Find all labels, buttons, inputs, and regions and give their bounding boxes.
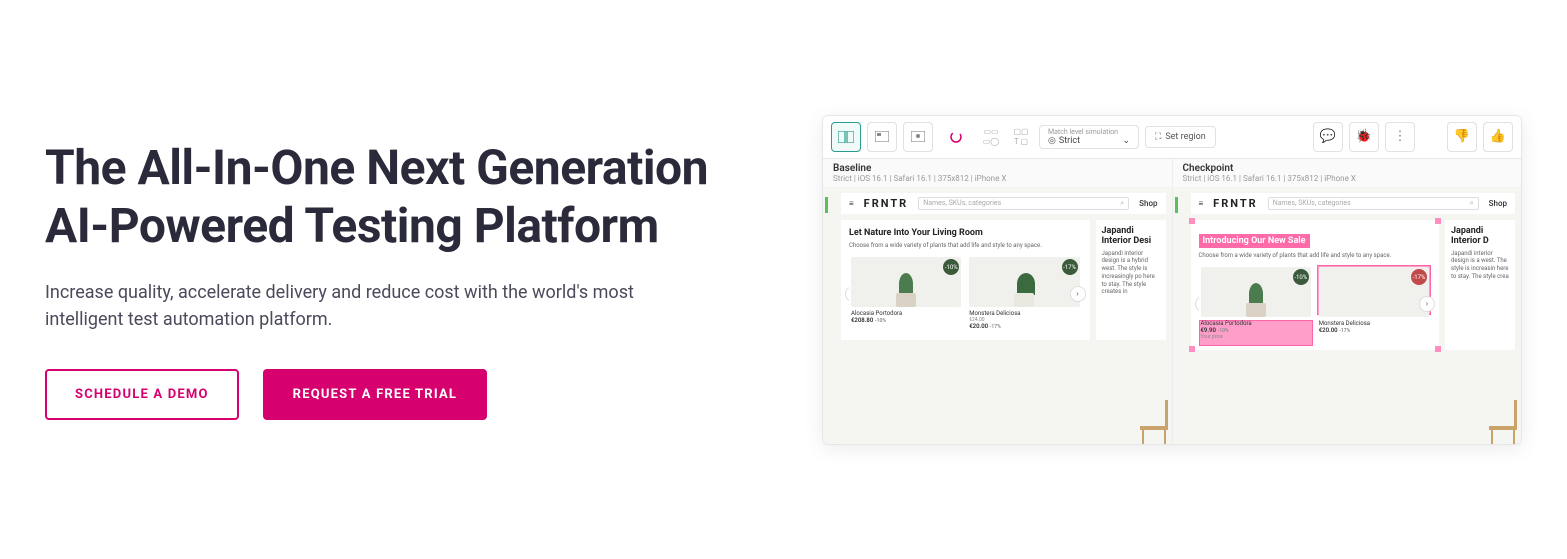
baseline-meta: Strict | iOS 16.1 | Safari 16.1 | 375x81… xyxy=(833,174,1162,183)
card2-text: Japandi interior design is a hybrid west… xyxy=(1102,250,1160,297)
status-bar-icon xyxy=(825,197,828,213)
card2-text: Japandi interior design is a west. The s… xyxy=(1451,250,1509,281)
view-side-by-side-button[interactable] xyxy=(831,122,861,152)
discount-badge: -17% xyxy=(1411,269,1427,285)
product-screenshot: ▭▭▭◯ ▢▢T ▢ Match level simulation ◎Stric… xyxy=(822,115,1522,445)
baseline-title: Baseline xyxy=(833,163,1162,174)
toggle-group-2-icon[interactable]: ▢▢T ▢ xyxy=(1009,127,1033,146)
crop-icon: ⛶ xyxy=(1155,132,1161,142)
checkpoint-meta: Strict | iOS 16.1 | Safari 16.1 | 375x81… xyxy=(1183,174,1512,183)
diff-marker xyxy=(1189,218,1195,224)
set-region-button[interactable]: ⛶Set region xyxy=(1145,126,1216,148)
more-button[interactable]: ⋮ xyxy=(1385,122,1415,152)
japandi-card: Japandi Interior Desi Japandi interior d… xyxy=(1096,220,1166,341)
view-overlay-button[interactable] xyxy=(903,122,933,152)
diff-marker xyxy=(1435,346,1441,352)
discount-badge: -10% xyxy=(943,259,959,275)
loading-icon xyxy=(939,122,973,152)
match-level-label: Match level simulation xyxy=(1048,128,1130,136)
baseline-card-heading: Let Nature Into Your Living Room xyxy=(849,228,1082,238)
request-trial-button[interactable]: REQUEST A FREE TRIAL xyxy=(263,369,487,420)
comment-button[interactable]: 💬 xyxy=(1313,122,1343,152)
product-card[interactable]: -17% Monstera Deliciosa €24.00 €20.00 -1… xyxy=(967,255,1081,332)
hamburger-icon[interactable]: ≡ xyxy=(1199,199,1204,208)
product-card[interactable]: -10% Alocasia Portodora €9.90 -10% Your … xyxy=(1199,265,1313,342)
mock-header: ≡ FRNTR Names, SKUs, categories⌕ Shop xyxy=(1191,193,1516,214)
product-card[interactable]: -17% Monstera Deliciosa €20.00 -17% xyxy=(1317,265,1431,342)
discount-badge: -10% xyxy=(1293,269,1309,285)
card2-heading: Japandi Interior Desi xyxy=(1102,226,1160,246)
view-single-button[interactable] xyxy=(867,122,897,152)
mock-header: ≡ FRNTR Names, SKUs, categories⌕ Shop xyxy=(841,193,1166,214)
carousel-next-button[interactable]: › xyxy=(1070,286,1086,302)
thumbs-down-button[interactable]: 👎 xyxy=(1447,122,1477,152)
match-level-select[interactable]: Match level simulation ◎Strict⌄ xyxy=(1039,125,1139,149)
checkpoint-card-heading: Introducing Our New Sale xyxy=(1199,234,1310,248)
hero-title: The All-In-One Next Generation AI-Powere… xyxy=(45,139,725,254)
baseline-hero-card: Let Nature Into Your Living Room Choose … xyxy=(841,220,1090,341)
card2-heading: Japandi Interior D xyxy=(1451,226,1509,246)
diff-marker xyxy=(1435,218,1441,224)
toggle-group-icon[interactable]: ▭▭▭◯ xyxy=(979,127,1003,146)
checkpoint-title: Checkpoint xyxy=(1183,163,1512,174)
status-bar-icon xyxy=(1175,197,1178,213)
diff-marker xyxy=(1189,346,1195,352)
baseline-panel: Baseline Strict | iOS 16.1 | Safari 16.1… xyxy=(823,159,1173,444)
search-icon: ⌕ xyxy=(1470,199,1474,208)
checkpoint-card-text: Choose from a wide variety of plants tha… xyxy=(1199,252,1432,260)
mock-nav-shop[interactable]: Shop xyxy=(1139,199,1157,208)
comparison-panels: Baseline Strict | iOS 16.1 | Safari 16.1… xyxy=(823,159,1521,444)
japandi-card: Japandi Interior D Japandi interior desi… xyxy=(1445,220,1515,351)
mock-nav-shop[interactable]: Shop xyxy=(1489,199,1507,208)
comparison-toolbar: ▭▭▭◯ ▢▢T ▢ Match level simulation ◎Stric… xyxy=(823,116,1521,159)
hero-subtitle: Increase quality, accelerate delivery an… xyxy=(45,279,695,333)
search-icon: ⌕ xyxy=(1120,199,1124,208)
schedule-demo-button[interactable]: SCHEDULE A DEMO xyxy=(45,369,239,420)
mock-logo: FRNTR xyxy=(864,197,909,210)
checkpoint-hero-card: Introducing Our New Sale Choose from a w… xyxy=(1191,220,1440,351)
baseline-card-text: Choose from a wide variety of plants tha… xyxy=(849,242,1082,250)
cta-buttons: SCHEDULE A DEMO REQUEST A FREE TRIAL xyxy=(45,369,725,420)
bug-button[interactable]: 🐞 xyxy=(1349,122,1379,152)
mock-logo: FRNTR xyxy=(1213,197,1258,210)
checkpoint-panel: Checkpoint Strict | iOS 16.1 | Safari 16… xyxy=(1173,159,1522,444)
target-icon: ◎ xyxy=(1048,136,1056,146)
thumbs-up-button[interactable]: 👍 xyxy=(1483,122,1513,152)
discount-badge: -17% xyxy=(1062,259,1078,275)
carousel-next-button[interactable]: › xyxy=(1419,296,1435,312)
mock-search-input[interactable]: Names, SKUs, categories⌕ xyxy=(918,197,1129,210)
product-card[interactable]: -10% Alocasia Portodora €208.80 -10% xyxy=(849,255,963,332)
mock-search-input[interactable]: Names, SKUs, categories⌕ xyxy=(1268,197,1479,210)
hamburger-icon[interactable]: ≡ xyxy=(849,199,854,208)
chevron-down-icon: ⌄ xyxy=(1122,136,1130,146)
